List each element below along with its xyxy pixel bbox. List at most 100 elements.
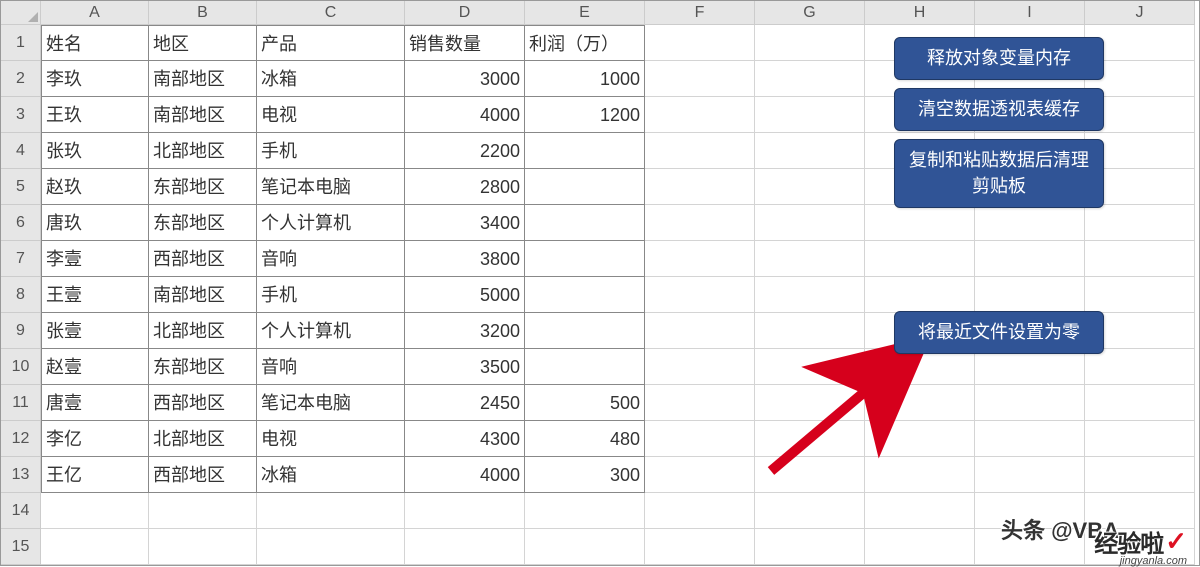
cell[interactable]: 利润（万） — [525, 25, 645, 61]
cell[interactable]: 电视 — [257, 421, 405, 457]
cell[interactable] — [1085, 385, 1195, 421]
cell[interactable] — [645, 241, 755, 277]
cell[interactable]: 手机 — [257, 133, 405, 169]
cell[interactable] — [645, 133, 755, 169]
cell[interactable] — [645, 313, 755, 349]
cell[interactable] — [1085, 457, 1195, 493]
cell[interactable] — [755, 277, 865, 313]
release-object-memory-button[interactable]: 释放对象变量内存 — [894, 37, 1104, 80]
cell[interactable] — [865, 493, 975, 529]
cell[interactable] — [645, 385, 755, 421]
cell[interactable]: 3800 — [405, 241, 525, 277]
cell[interactable] — [257, 493, 405, 529]
cell[interactable] — [975, 421, 1085, 457]
cell[interactable]: 唐玖 — [41, 205, 149, 241]
cell[interactable] — [257, 529, 405, 565]
cell[interactable] — [645, 349, 755, 385]
cell[interactable]: 东部地区 — [149, 169, 257, 205]
column-header[interactable]: I — [975, 1, 1085, 25]
cell[interactable] — [525, 205, 645, 241]
cell[interactable] — [149, 529, 257, 565]
cell[interactable] — [865, 529, 975, 565]
cell[interactable]: 3400 — [405, 205, 525, 241]
cell[interactable]: 南部地区 — [149, 277, 257, 313]
cell[interactable] — [975, 241, 1085, 277]
cell[interactable] — [645, 61, 755, 97]
column-header[interactable]: A — [41, 1, 149, 25]
cell[interactable] — [755, 205, 865, 241]
cell[interactable] — [525, 241, 645, 277]
cell[interactable]: 赵玖 — [41, 169, 149, 205]
row-header[interactable]: 12 — [1, 421, 41, 457]
cell[interactable]: 音响 — [257, 241, 405, 277]
cell[interactable] — [525, 349, 645, 385]
cell[interactable]: 2200 — [405, 133, 525, 169]
cell[interactable] — [405, 529, 525, 565]
cell[interactable] — [755, 457, 865, 493]
cell[interactable] — [755, 529, 865, 565]
row-header[interactable]: 10 — [1, 349, 41, 385]
cell[interactable] — [1085, 241, 1195, 277]
column-header[interactable]: C — [257, 1, 405, 25]
cell[interactable]: 冰箱 — [257, 61, 405, 97]
cell[interactable]: 个人计算机 — [257, 313, 405, 349]
cell[interactable]: 唐壹 — [41, 385, 149, 421]
column-header[interactable]: H — [865, 1, 975, 25]
cell[interactable] — [865, 421, 975, 457]
cell[interactable]: 地区 — [149, 25, 257, 61]
cell[interactable]: 480 — [525, 421, 645, 457]
clear-clipboard-button[interactable]: 复制和粘贴数据后清理剪贴板 — [894, 139, 1104, 207]
row-header[interactable]: 9 — [1, 313, 41, 349]
cell[interactable] — [149, 493, 257, 529]
cell[interactable]: 4000 — [405, 457, 525, 493]
row-header[interactable]: 6 — [1, 205, 41, 241]
cell[interactable] — [645, 493, 755, 529]
cell[interactable]: 西部地区 — [149, 385, 257, 421]
cell[interactable] — [645, 277, 755, 313]
cell[interactable]: 电视 — [257, 97, 405, 133]
row-header[interactable]: 4 — [1, 133, 41, 169]
cell[interactable]: 东部地区 — [149, 205, 257, 241]
cell[interactable] — [755, 133, 865, 169]
cell[interactable] — [865, 277, 975, 313]
cell[interactable]: 西部地区 — [149, 241, 257, 277]
cell[interactable] — [865, 349, 975, 385]
row-header[interactable]: 15 — [1, 529, 41, 565]
row-header[interactable]: 11 — [1, 385, 41, 421]
cell[interactable]: 2450 — [405, 385, 525, 421]
cell[interactable] — [1085, 421, 1195, 457]
cell[interactable]: 3200 — [405, 313, 525, 349]
cell[interactable]: 手机 — [257, 277, 405, 313]
cell[interactable]: 赵壹 — [41, 349, 149, 385]
cell[interactable] — [755, 25, 865, 61]
cell[interactable]: 3000 — [405, 61, 525, 97]
cell[interactable] — [645, 421, 755, 457]
cell[interactable]: 张玖 — [41, 133, 149, 169]
cell[interactable] — [525, 277, 645, 313]
cell[interactable]: 1000 — [525, 61, 645, 97]
cell[interactable] — [525, 133, 645, 169]
select-all-corner[interactable] — [1, 1, 41, 25]
cell[interactable] — [755, 241, 865, 277]
row-header[interactable]: 7 — [1, 241, 41, 277]
row-header[interactable]: 3 — [1, 97, 41, 133]
cell[interactable]: 笔记本电脑 — [257, 169, 405, 205]
cell[interactable] — [645, 97, 755, 133]
cell[interactable]: 4000 — [405, 97, 525, 133]
cell[interactable]: 北部地区 — [149, 421, 257, 457]
cell[interactable]: 2800 — [405, 169, 525, 205]
cell[interactable]: 3500 — [405, 349, 525, 385]
cell[interactable]: 南部地区 — [149, 61, 257, 97]
cell[interactable] — [865, 385, 975, 421]
cell[interactable] — [975, 277, 1085, 313]
cell[interactable] — [865, 457, 975, 493]
cell[interactable]: 南部地区 — [149, 97, 257, 133]
cell[interactable] — [525, 313, 645, 349]
column-header[interactable]: J — [1085, 1, 1195, 25]
cell[interactable]: 音响 — [257, 349, 405, 385]
cell[interactable] — [525, 529, 645, 565]
cell[interactable] — [755, 421, 865, 457]
cell[interactable]: 东部地区 — [149, 349, 257, 385]
cell[interactable]: 王亿 — [41, 457, 149, 493]
cell[interactable] — [1085, 349, 1195, 385]
